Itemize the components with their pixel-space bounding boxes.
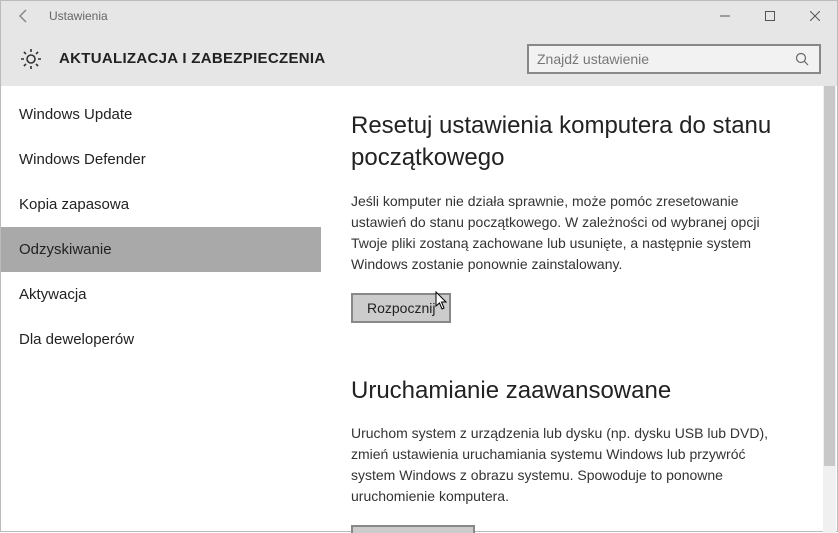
sidebar-item-recovery[interactable]: Odzyskiwanie <box>1 227 321 272</box>
maximize-button[interactable] <box>747 1 792 31</box>
title-bar: Ustawienia <box>1 1 837 31</box>
sidebar-item-label: Windows Update <box>19 106 132 123</box>
sidebar-item-windows-defender[interactable]: Windows Defender <box>1 137 321 182</box>
sidebar: Windows Update Windows Defender Kopia za… <box>1 86 321 533</box>
sidebar-item-label: Aktywacja <box>19 286 87 303</box>
advanced-heading: Uruchamianie zaawansowane <box>351 375 797 407</box>
search-box[interactable] <box>527 44 821 74</box>
search-icon[interactable] <box>793 52 811 66</box>
header-band: AKTUALIZACJA I ZABEZPIECZENIA <box>1 31 837 86</box>
sidebar-item-label: Windows Defender <box>19 151 146 168</box>
window-controls <box>702 1 837 31</box>
section-title: AKTUALIZACJA I ZABEZPIECZENIA <box>59 50 325 67</box>
reset-description: Jeśli komputer nie działa sprawnie, może… <box>351 191 781 275</box>
window-title: Ustawienia <box>49 9 108 23</box>
reset-start-button[interactable]: Rozpocznij <box>351 293 451 323</box>
main-area: Windows Update Windows Defender Kopia za… <box>1 86 837 533</box>
sidebar-item-label: Kopia zapasowa <box>19 196 129 213</box>
advanced-description: Uruchom system z urządzenia lub dysku (n… <box>351 423 781 507</box>
minimize-button[interactable] <box>702 1 747 31</box>
scrollbar-thumb[interactable] <box>824 86 835 466</box>
close-button[interactable] <box>792 1 837 31</box>
gear-icon <box>17 45 45 73</box>
sidebar-item-backup[interactable]: Kopia zapasowa <box>1 182 321 227</box>
sidebar-item-label: Odzyskiwanie <box>19 241 112 258</box>
sidebar-item-developers[interactable]: Dla deweloperów <box>1 317 321 362</box>
sidebar-item-activation[interactable]: Aktywacja <box>1 272 321 317</box>
search-input[interactable] <box>537 51 793 67</box>
scrollbar[interactable] <box>823 86 836 533</box>
sidebar-item-windows-update[interactable]: Windows Update <box>1 92 321 137</box>
sidebar-item-label: Dla deweloperów <box>19 331 134 348</box>
reset-heading: Resetuj ustawienia komputera do stanu po… <box>351 110 797 175</box>
back-button[interactable] <box>9 8 39 24</box>
content-pane: Resetuj ustawienia komputera do stanu po… <box>321 86 837 533</box>
